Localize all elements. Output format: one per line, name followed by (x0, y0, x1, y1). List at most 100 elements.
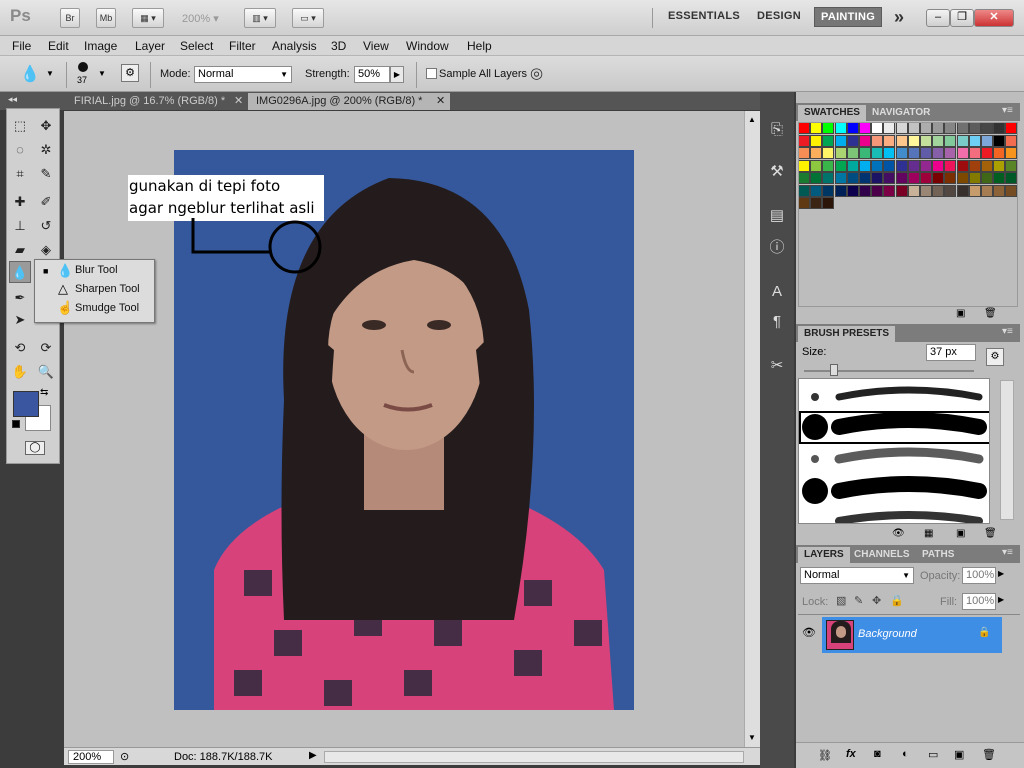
swatch-cell[interactable] (968, 184, 981, 197)
scroll-down-icon[interactable]: ▼ (748, 733, 756, 742)
swatch-cell[interactable] (834, 159, 847, 172)
swatch-cell[interactable] (932, 184, 945, 197)
clone-stamp-tool-icon[interactable]: ⊥ (9, 215, 31, 237)
swatch-cell[interactable] (895, 122, 908, 134)
more-workspaces-button[interactable]: » (894, 7, 904, 28)
menu-layer[interactable]: Layer (135, 39, 165, 53)
swatch-cell[interactable] (871, 147, 884, 159)
history-brush-tool-icon[interactable]: ↺ (35, 215, 57, 237)
swatch-cell[interactable] (798, 122, 810, 134)
swatch-cell[interactable] (1005, 122, 1018, 134)
mode-select[interactable]: Normal ▼ (194, 66, 292, 83)
swatch-cell[interactable] (956, 172, 969, 184)
menu-image[interactable]: Image (84, 39, 117, 53)
panel-menu-icon[interactable]: ▾≡ (1002, 326, 1013, 337)
swatch-cell[interactable] (956, 147, 969, 159)
collapse-toolbox-icon[interactable]: ◂◂ (8, 94, 17, 105)
swatch-cell[interactable] (993, 134, 1006, 147)
swatch-cell[interactable] (846, 134, 859, 147)
workspace-essentials[interactable]: ESSENTIALS (668, 10, 740, 22)
swatch-cell[interactable] (944, 172, 957, 184)
swatch-cell[interactable] (956, 184, 969, 197)
swatch-cell[interactable] (846, 184, 859, 197)
link-layers-icon[interactable]: ⛓ (818, 749, 832, 762)
swatch-cell[interactable] (798, 184, 810, 197)
tab-img0296a[interactable]: IMG0296A.jpg @ 200% (RGB/8) * ✕ (248, 93, 450, 110)
restore-button[interactable]: ❐ (950, 9, 974, 27)
menu-3d[interactable]: 3D (331, 39, 346, 53)
swatch-cell[interactable] (883, 159, 896, 172)
swatch-cell[interactable] (798, 134, 810, 147)
close-icon[interactable]: ✕ (234, 93, 243, 109)
swatch-cell[interactable] (920, 122, 932, 134)
pressure-icon[interactable]: ◎ (530, 64, 543, 82)
fill-input[interactable]: 100% (962, 593, 996, 610)
swatch-cell[interactable] (883, 147, 896, 159)
brush-preview-icon[interactable] (78, 62, 88, 72)
lock-all-icon[interactable]: 🔒 (890, 594, 904, 607)
panel-menu-icon[interactable]: ▾≡ (1002, 547, 1013, 558)
swap-colors-icon[interactable]: ⇆ (40, 387, 48, 398)
swatch-cell[interactable] (993, 147, 1006, 159)
character-panel-icon[interactable]: A (764, 280, 790, 304)
swatch-cell[interactable] (968, 122, 981, 134)
default-colors-icon[interactable] (12, 420, 20, 428)
swatch-cell[interactable] (968, 172, 981, 184)
swatch-cell[interactable] (859, 147, 871, 159)
swatch-cell[interactable] (859, 159, 871, 172)
zoom-level-select[interactable]: 200% ▾ (182, 12, 219, 25)
tab-swatches[interactable]: SWATCHES (798, 105, 866, 121)
swatch-cell[interactable] (834, 147, 847, 159)
status-menu-icon[interactable]: ▶ (309, 750, 317, 761)
menu-edit[interactable]: Edit (48, 39, 69, 53)
brush-panel-toggle-icon[interactable]: ⚙ (986, 348, 1004, 366)
swatch-cell[interactable] (822, 172, 835, 184)
eyedropper-tool-icon[interactable]: ✎ (35, 163, 57, 185)
swatch-cell[interactable] (1005, 134, 1018, 147)
swatch-cell[interactable] (810, 134, 823, 147)
swatch-cell[interactable] (871, 159, 884, 172)
swatch-cell[interactable] (932, 172, 945, 184)
swatch-cell[interactable] (895, 147, 908, 159)
brush-size-slider-handle[interactable] (830, 364, 838, 376)
swatch-cell[interactable] (907, 122, 920, 134)
tab-firial[interactable]: FIRIAL.jpg @ 16.7% (RGB/8) * ✕ (66, 93, 246, 110)
swatch-cell[interactable] (981, 134, 993, 147)
swatch-cell[interactable] (944, 184, 957, 197)
swatch-cell[interactable] (810, 172, 823, 184)
brush-preset-list[interactable] (798, 378, 990, 524)
paint-bucket-tool-icon[interactable]: ◈ (35, 239, 57, 261)
blur-tool-icon[interactable]: 💧 (9, 261, 31, 283)
new-layer-icon[interactable]: ▣ (954, 748, 964, 761)
swatch-cell[interactable] (1005, 172, 1018, 184)
brush-size-input[interactable]: 37 px (926, 344, 976, 361)
lock-position-icon[interactable]: ✥ (872, 594, 881, 607)
swatch-cell[interactable] (932, 134, 945, 147)
menu-file[interactable]: File (12, 39, 31, 53)
swatch-cell[interactable] (859, 122, 871, 134)
tab-brush-presets[interactable]: BRUSH PRESETS (798, 326, 896, 342)
lasso-tool-icon[interactable]: ◌ (9, 139, 31, 161)
swatch-cell[interactable] (993, 172, 1006, 184)
swatch-cell[interactable] (895, 134, 908, 147)
swatch-cell[interactable] (895, 159, 908, 172)
swatch-cell[interactable] (920, 184, 932, 197)
swatch-cell[interactable] (932, 122, 945, 134)
3d-orbit-tool-icon[interactable]: ⟳ (35, 337, 57, 359)
swatch-cell[interactable] (932, 159, 945, 172)
launch-bridge-button[interactable]: Br (60, 8, 80, 28)
swatch-cell[interactable] (834, 122, 847, 134)
swatch-cell[interactable] (907, 172, 920, 184)
path-selection-tool-icon[interactable]: ➤ (9, 309, 31, 331)
swatch-cell[interactable] (810, 122, 823, 134)
swatch-cell[interactable] (907, 147, 920, 159)
tool-preset-dropdown[interactable]: ▼ (46, 69, 54, 78)
crop-tool-icon[interactable]: ⌗ (9, 163, 31, 185)
swatch-cell[interactable] (883, 122, 896, 134)
brush-picker-dropdown[interactable]: ▼ (98, 69, 106, 78)
status-options-icon[interactable]: ⊙ (120, 750, 129, 763)
delete-brush-icon[interactable]: 🗑 (984, 528, 997, 539)
swatch-cell[interactable] (871, 172, 884, 184)
swatch-cell[interactable] (944, 147, 957, 159)
swatch-cell[interactable] (993, 184, 1006, 197)
